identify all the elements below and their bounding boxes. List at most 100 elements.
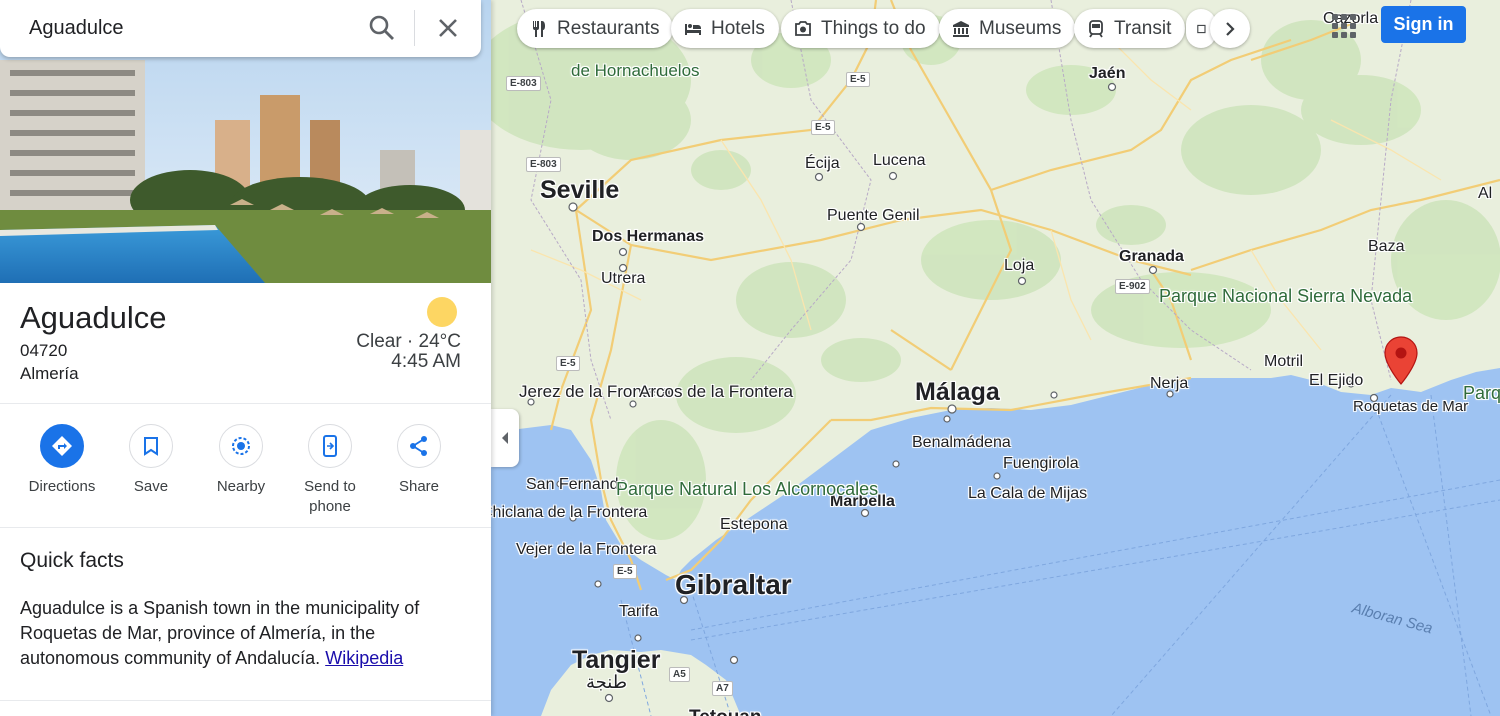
map-label-city: Fuengirola [1003, 455, 1079, 472]
save-button[interactable]: Save [106, 424, 196, 497]
chip-label: Hotels [711, 17, 765, 39]
chips-next-button[interactable] [1210, 9, 1250, 48]
map-label-city: طنجة [586, 672, 628, 692]
map-label-city: Roquetas de Mar [1353, 398, 1469, 415]
wikipedia-link[interactable]: Wikipedia [325, 648, 403, 668]
map-label-city: Puente Genil [827, 207, 920, 224]
map-label-city: Málaga [915, 378, 1000, 406]
road-label: E-5 [556, 356, 580, 371]
map-label-city: Jaén [1089, 65, 1126, 82]
map-label-city: San Fernando [526, 476, 628, 493]
chip-label: Things to do [821, 17, 926, 39]
chip-transit[interactable]: Transit [1074, 9, 1186, 48]
map-label-park: Parque [1463, 383, 1500, 403]
map-label-city: Utrera [601, 270, 646, 287]
place-province: Almería [20, 364, 79, 383]
divider [0, 403, 491, 404]
map-label-city: Estepona [720, 516, 788, 533]
map-label-park: Parque Nacional Sierra Nevada [1159, 285, 1412, 307]
collapse-panel-button[interactable] [491, 409, 519, 467]
place-panel: Aguadulce 04720 Almería Clear · 24°C 4:4… [0, 0, 491, 716]
caret-left-icon [502, 432, 508, 444]
map-label-city: El Ejido [1309, 372, 1364, 389]
map-label-city: Tarifa [619, 603, 659, 620]
museum-icon [953, 20, 969, 37]
bookmark-icon [144, 437, 158, 456]
sign-in-button[interactable]: Sign in [1381, 6, 1466, 43]
road-label: E-5 [613, 564, 637, 579]
search-box [0, 0, 481, 57]
restaurant-icon [533, 20, 545, 37]
google-apps-button[interactable] [1326, 8, 1362, 44]
road-label: E-803 [526, 157, 561, 172]
chip-label: Restaurants [557, 17, 660, 39]
road-label: E-803 [506, 76, 541, 91]
map-label-city: Al [1478, 185, 1493, 202]
close-icon[interactable] [432, 12, 464, 44]
location-pin-icon[interactable] [1384, 336, 1418, 386]
road-label: E-902 [1115, 279, 1150, 294]
search-input[interactable] [29, 17, 349, 40]
transit-icon [1089, 19, 1103, 37]
divider [0, 700, 491, 701]
map-label-city: Baza [1368, 238, 1405, 255]
map-label-city: Tangier [572, 646, 661, 674]
chip-museums[interactable]: Museums [939, 9, 1076, 48]
sun-icon [427, 297, 457, 327]
chip-hotels[interactable]: Hotels [671, 9, 779, 48]
search-icon[interactable] [366, 12, 398, 44]
weather-condition: Clear · 24°C [356, 331, 461, 352]
road-label: E-5 [811, 120, 835, 135]
map-label-city: Tetouan [689, 707, 761, 716]
map-label-park: Parque Natural Los Alcornocales [616, 478, 878, 500]
quick-facts-text: Aguadulce is a Spanish town in the munic… [20, 596, 470, 671]
map-label-city: Loja [1004, 257, 1035, 274]
maps-app: E-803 E-5 E-5 E-803 E-5 E-902 E-5 A5 A7 … [0, 0, 1500, 716]
chevron-right-icon [1226, 21, 1235, 36]
map-label-city: Écija [805, 155, 840, 172]
nearby-icon [232, 437, 250, 455]
map-label-city: Seville [540, 176, 620, 204]
local-time: 4:45 AM [391, 351, 461, 372]
directions-button[interactable]: Directions [17, 424, 107, 497]
chip-restaurants[interactable]: Restaurants [517, 9, 674, 48]
action-label: Nearby [216, 478, 266, 495]
action-label: Send to phone [304, 478, 356, 515]
action-label: Directions [28, 478, 96, 495]
pharmacy-icon [1197, 24, 1206, 33]
chip-label: Transit [1114, 17, 1172, 39]
search-divider [414, 10, 415, 46]
directions-icon [52, 436, 72, 456]
map-label-city: Granada [1119, 248, 1184, 265]
nearby-button[interactable]: Nearby [196, 424, 286, 497]
divider [0, 527, 491, 528]
map-label-city: Lucena [873, 152, 926, 169]
place-postcode: 04720 [20, 341, 68, 360]
map-label-city: Benalmádena [912, 434, 1011, 451]
phone-icon [323, 435, 337, 457]
road-label: A7 [712, 681, 733, 696]
road-label: E-5 [846, 72, 870, 87]
share-icon [410, 436, 427, 456]
hotel-icon [685, 23, 701, 35]
map-label-region: de Hornachuelos [571, 61, 700, 80]
quick-facts-title: Quick facts [20, 549, 124, 572]
action-label: Save [133, 478, 169, 495]
map-label-city: Jerez de la Frontera [519, 382, 672, 401]
camera-icon [795, 20, 811, 36]
map-label-city: Dos Hermanas [592, 228, 705, 245]
chip-things-to-do[interactable]: Things to do [781, 9, 940, 48]
map-label-city: Chiclana de la Frontera [491, 504, 648, 521]
map-label-city: Vejer de la Frontera [516, 541, 657, 558]
map-label-city: Arcos de la Frontera [639, 382, 794, 401]
place-title: Aguadulce [20, 300, 167, 335]
share-button[interactable]: Share [374, 424, 464, 497]
map-label-city: Gibraltar [675, 569, 792, 600]
map-label-city: Motril [1264, 353, 1304, 370]
send-to-phone-button[interactable]: Send to phone [285, 424, 375, 517]
chip-label: Museums [979, 17, 1062, 39]
map-canvas[interactable]: E-803 E-5 E-5 E-803 E-5 E-902 E-5 A5 A7 … [491, 0, 1500, 716]
map-label-city: La Cala de Mijas [968, 485, 1088, 502]
action-label: Share [398, 478, 440, 495]
map-label-city: Nerja [1150, 375, 1189, 392]
